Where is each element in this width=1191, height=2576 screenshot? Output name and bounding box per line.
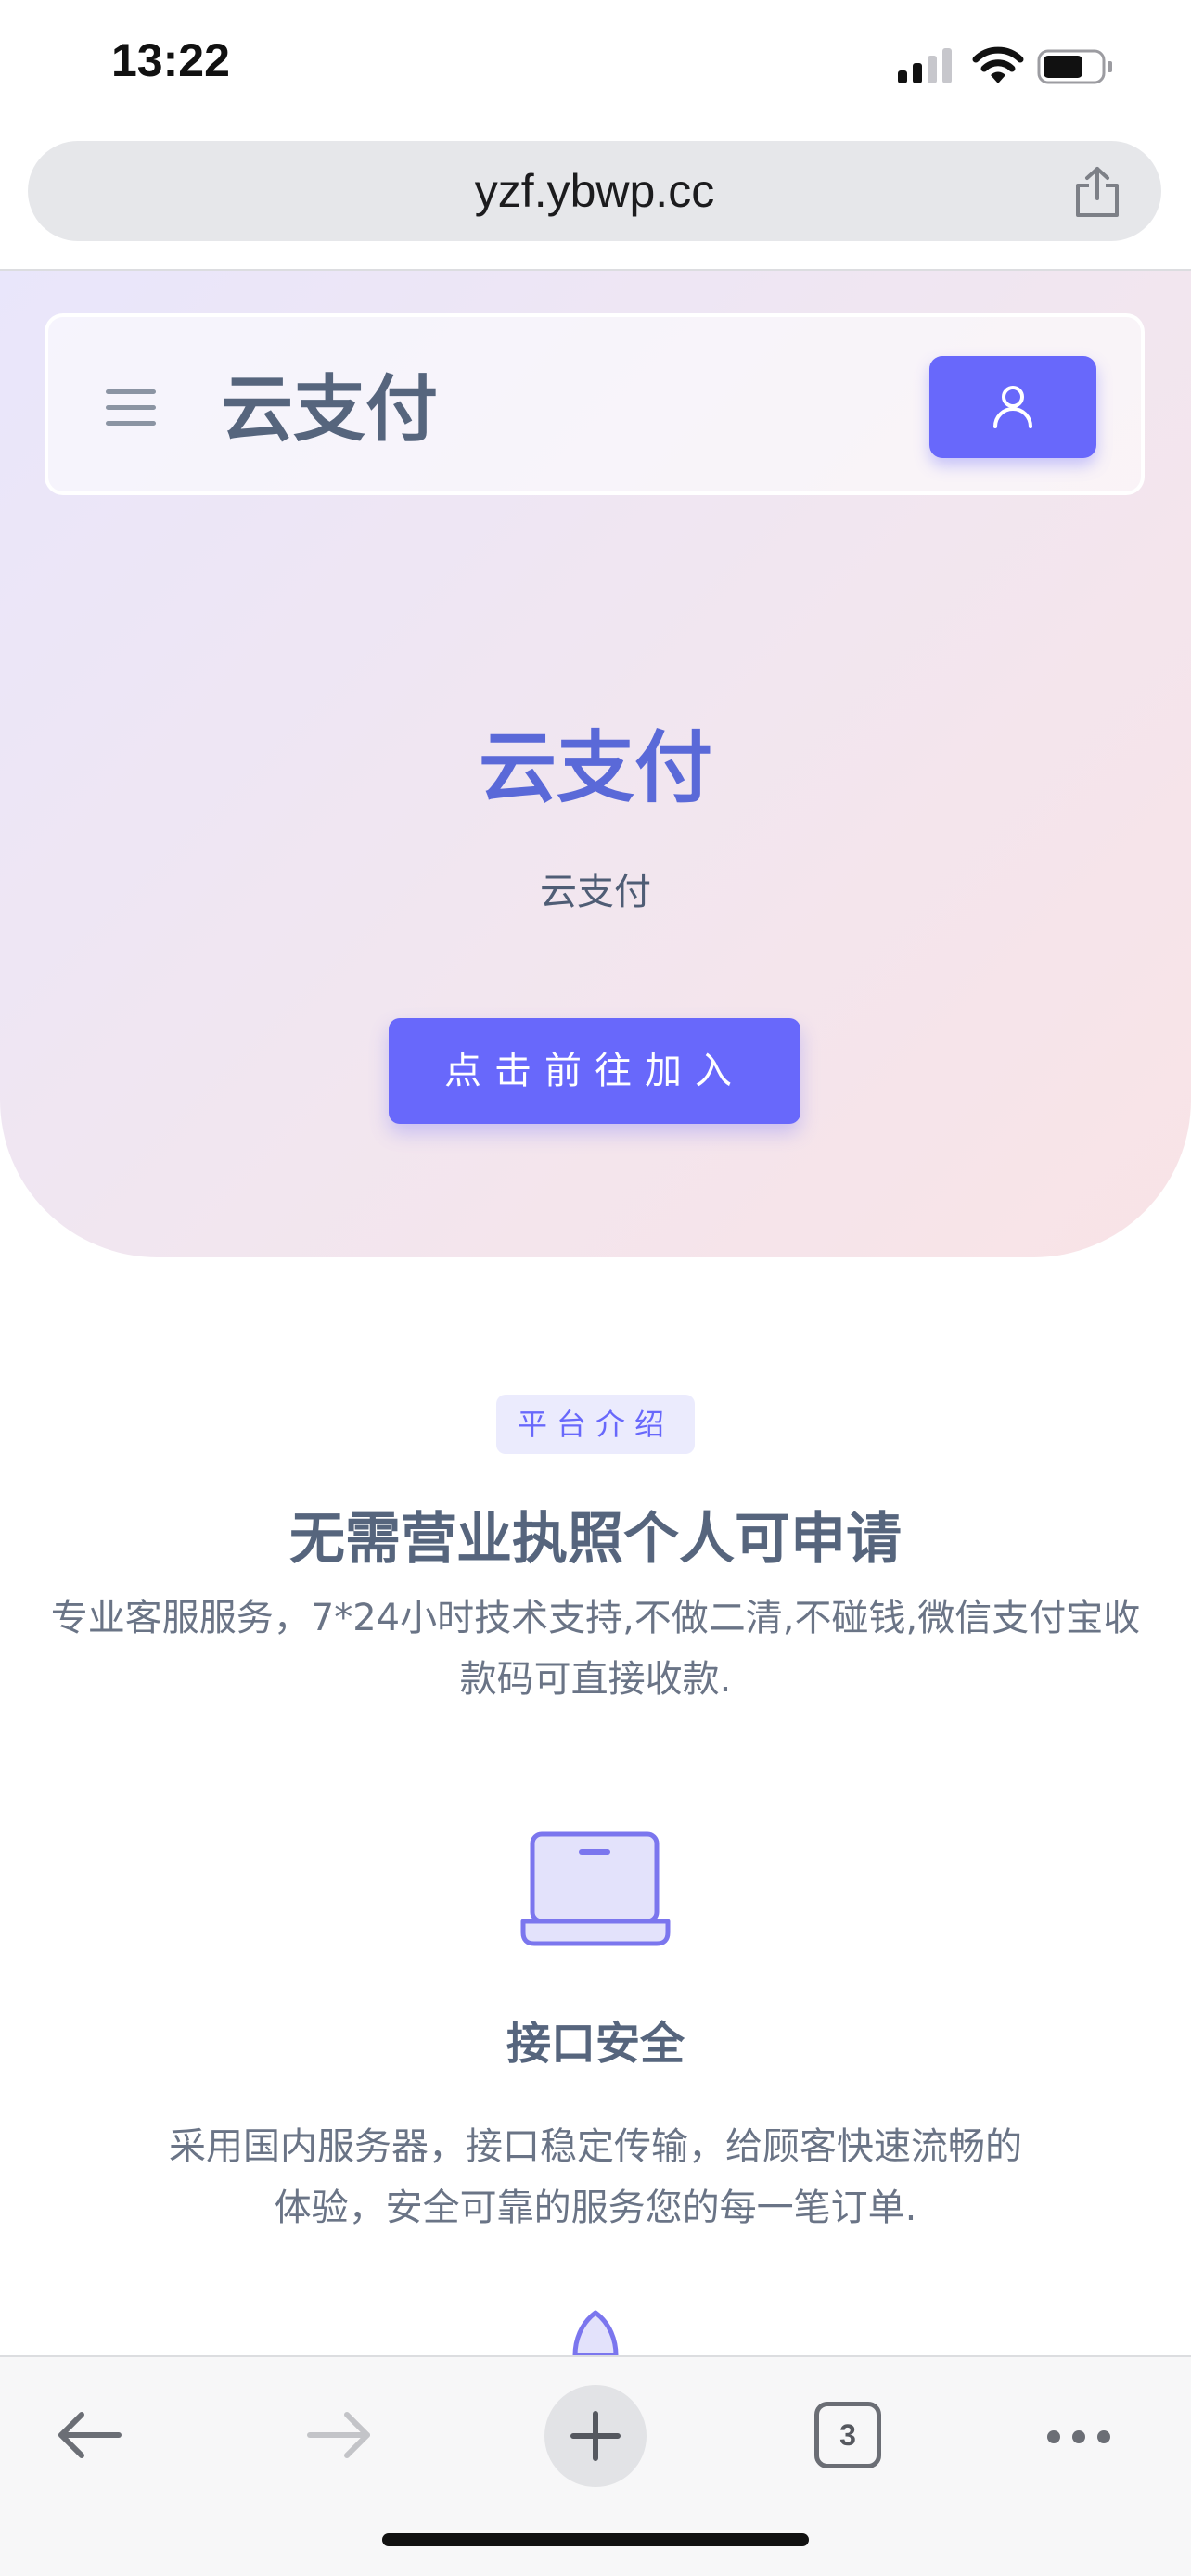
- battery-icon: [1037, 49, 1112, 84]
- user-icon: [993, 386, 1032, 428]
- site-navbar: 云支付: [45, 313, 1145, 495]
- user-button[interactable]: [929, 356, 1096, 458]
- section-badge: 平台介绍: [496, 1395, 695, 1454]
- forward-arrow-icon[interactable]: [306, 2409, 375, 2461]
- back-arrow-icon[interactable]: [54, 2409, 122, 2461]
- section-title: 无需营业执照个人可申请: [289, 1507, 902, 1572]
- home-indicator: [382, 2533, 809, 2546]
- tab-count-button[interactable]: 3: [814, 2402, 881, 2468]
- hero-subtitle: 云支付: [540, 871, 651, 913]
- new-tab-button[interactable]: [544, 2385, 647, 2487]
- cellular-signal-icon: [898, 48, 952, 83]
- rocket-icon: [572, 2310, 619, 2355]
- join-button[interactable]: 点击前往加入: [389, 1018, 800, 1124]
- wifi-icon: [972, 46, 1024, 83]
- page: 13:22 yzf.ybwp.cc 云支付 云支付 云支付 点击前往加入 平台介…: [0, 0, 1191, 2576]
- address-bar[interactable]: yzf.ybwp.cc: [28, 141, 1161, 241]
- laptop-icon: [520, 1831, 671, 1946]
- section-description: 专业客服服务，7*24小时技术支持,不做二清,不碰钱,微信支付宝收款码可直接收款…: [50, 1597, 1141, 1701]
- share-icon[interactable]: [1072, 165, 1122, 219]
- menu-icon[interactable]: [106, 389, 156, 427]
- hero-section: 云支付 云支付 云支付 点击前往加入: [0, 271, 1191, 1257]
- brand-name[interactable]: 云支付: [221, 365, 438, 454]
- status-bar: 13:22: [0, 0, 1191, 130]
- feature-title: 接口安全: [506, 2018, 685, 2070]
- more-icon[interactable]: [1046, 2429, 1111, 2444]
- plus-icon: [570, 2411, 621, 2461]
- status-time: 13:22: [111, 34, 230, 86]
- url-text[interactable]: yzf.ybwp.cc: [28, 141, 1161, 241]
- hero-title: 云支付: [478, 722, 712, 813]
- feature-description: 采用国内服务器，接口稳定传输，给顾客快速流畅的体验，安全可靠的服务您的每一笔订单…: [169, 2125, 1022, 2229]
